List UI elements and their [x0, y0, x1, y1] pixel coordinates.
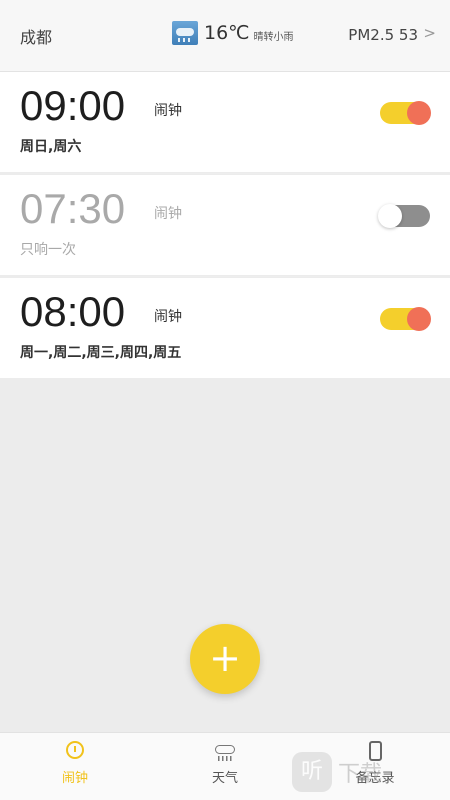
weather-icon [214, 741, 236, 761]
add-alarm-button[interactable]: + [190, 624, 260, 694]
toggle-knob [407, 307, 431, 331]
chevron-right-icon[interactable]: > [423, 24, 436, 42]
alarm-clock-icon [64, 741, 86, 761]
tab-label: 闹钟 [61, 771, 88, 786]
alarm-label: 闹钟 [154, 309, 182, 325]
toggle-knob [378, 204, 402, 228]
tab-label: 天气 [211, 771, 238, 786]
watermark: 听 下载 [292, 752, 382, 792]
city-name[interactable]: 成都 [20, 24, 52, 48]
alarm-time: 08:00 [20, 288, 126, 335]
tab-alarm[interactable]: 闹钟 [0, 733, 150, 800]
temperature: 16℃ [204, 22, 250, 44]
alarm-time: 07:30 [20, 185, 126, 232]
toggle-knob [407, 101, 431, 125]
alarm-toggle[interactable] [380, 101, 431, 125]
alarm-toggle[interactable] [378, 204, 430, 228]
alarm-item[interactable]: 09:00 闹钟 周日,周六 [0, 72, 450, 172]
alarm-time: 09:00 [20, 82, 126, 129]
pm25-indicator[interactable]: PM2.5 53 [348, 26, 418, 44]
weather-summary[interactable]: 16℃ 晴转小雨 [172, 21, 294, 45]
alarm-repeat-days: 只响一次 [20, 242, 76, 258]
divider [20, 173, 430, 174]
watermark-text: 下载 [338, 762, 383, 787]
alarm-repeat-days: 周一,周二,周三,周四,周五 [20, 345, 182, 361]
alarm-item[interactable]: 08:00 闹钟 周一,周二,周三,周四,周五 [0, 278, 450, 378]
weather-cloud-rain-icon [172, 21, 198, 45]
alarm-item[interactable]: 07:30 闹钟 只响一次 [0, 175, 450, 275]
tab-weather[interactable]: 天气 [150, 733, 300, 800]
alarm-repeat-days: 周日,周六 [20, 139, 82, 155]
watermark-logo: 听 [292, 752, 332, 792]
alarm-toggle[interactable] [380, 307, 431, 331]
alarm-label: 闹钟 [154, 103, 182, 119]
weather-description: 晴转小雨 [253, 31, 294, 43]
top-bar: 成都 16℃ 晴转小雨 PM2.5 53 > [0, 0, 450, 72]
bottom-tab-bar: 闹钟 天气 备忘录 [0, 732, 450, 800]
alarm-label: 闹钟 [154, 206, 182, 222]
divider [20, 276, 430, 277]
